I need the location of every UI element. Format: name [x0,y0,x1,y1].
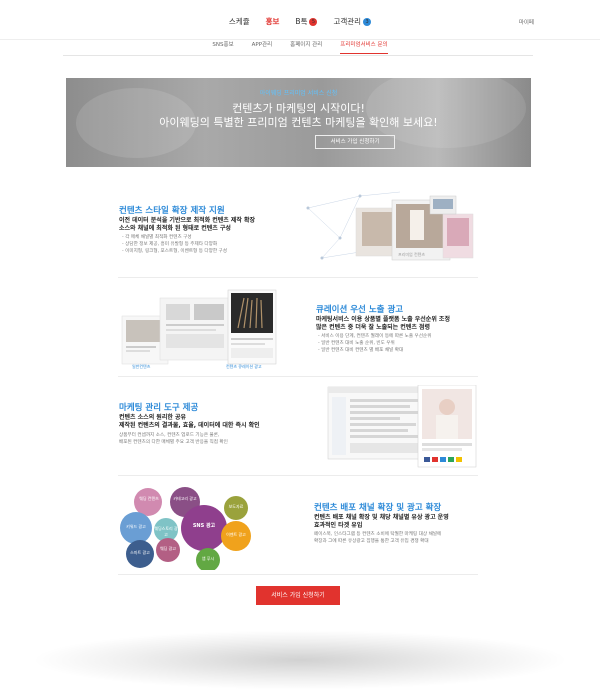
bubble-label: 보도자료 [228,504,244,509]
bubble-label: 카테고리 광고 [173,496,197,501]
bubble-label: 스마트 광고 [130,550,150,555]
nav-customer[interactable]: 고객관리 3 [333,16,372,27]
subnav-app[interactable]: APP관리 [252,40,273,54]
section-divider [118,277,478,278]
customer-count-badge: 3 [363,18,372,26]
list-item: 배포된 컨텐츠의 다한 매체별 주요 고객 반응을 직접 확인 [119,440,228,445]
bubble-label: 이벤트 광고 [226,532,246,537]
btalk-count-badge: 5 [309,18,318,26]
section4-head2: 효과적인 타겟 유입 [314,522,363,529]
content-style-illustration: 프리미엄 컨텐츠 [300,188,478,266]
list-item: 페이스북, 인스타그램 등 컨텐츠 소비에 탁월한 마케팅 대상 채널에 [314,532,442,537]
section2-title: 큐레이션 우선 노출 광고 [316,305,404,315]
nav-schedule[interactable]: 스케쥴 [229,16,250,27]
hero-subtitle: 아이웨딩의 특별한 프리미엄 컨텐츠 마케팅을 확인해 보세요! [159,116,438,129]
list-item: - 각 매체 채널별 최적화 컨텐츠 구성 [122,235,192,240]
subnav-premium[interactable]: 프리미엄서비스 문의 [340,40,388,54]
sub-nav: SNS홍보 APP관리 홈페이지 관리 프리미엄서비스 문의 [0,40,600,54]
list-item: - 일반 컨텐츠 대비 노출 순위, 빈도 우위 [318,341,395,346]
subnav-divider [63,55,533,56]
page-shadow [30,630,570,690]
subnav-homepage[interactable]: 홈페이지 관리 [290,40,322,54]
bubble-label: 웨딩 광고 [160,546,176,551]
section3-head1: 컨텐츠 소스의 원리한 공유 [119,414,186,421]
bubble-label: 앱 푸시 [201,556,215,561]
marketing-tool-illustration [326,385,478,469]
nav-promotion[interactable]: 홍보 [266,16,280,27]
section-divider [118,376,478,377]
bubble-label: 키워드 광고 [126,524,146,529]
section3-list: 상품부터 컨셉까지 소스, 컨텐츠 업로드 기능은 물론, 배포된 컨텐츠의 다… [119,432,228,446]
figure1-caption: 프리미엄 컨텐츠 [398,252,426,257]
section1-list: - 각 매체 채널별 최적화 컨텐츠 구성 - 상담한 정보 제공, 흥미 유발… [122,234,227,255]
subnav-sns[interactable]: SNS홍보 [212,40,233,54]
bubble-label: SNS 광고 [192,523,216,529]
top-nav: 스케쥴 홍보 B톡 5 고객관리 3 마이페 [0,0,600,40]
hero-signup-button[interactable]: 서비스 가입 신청하기 [315,135,395,149]
nav-customer-label: 고객관리 [333,17,362,26]
list-item: 상품부터 컨셉까지 소스, 컨텐츠 업로드 기능은 물론, [119,433,220,438]
curation-illustration: 일반컨텐츠 컨텐츠 큐레이션 광고 [120,288,278,370]
list-item: - 이미지형, 링크형, 포스트형, 이벤트형 등 다양한 구성 [122,249,228,254]
section1-head2: 소스와 채널에 최적화 된 형태로 컨텐츠 구성 [119,225,231,232]
hero-eyebrow: 아이웨딩 프리미엄 서비스 신청 [259,90,338,97]
section2-head1: 마케팅서비스 이용 상품별 플랫폼 노출 우선순위 조정 [316,316,450,323]
service-signup-button[interactable]: 서비스 가입 신청하기 [256,586,340,605]
hero-banner: 아이웨딩 프리미엄 서비스 신청 컨텐츠가 마케팅의 시작이다! 아이웨딩의 특… [66,78,531,167]
nav-btalk-label: B톡 [295,17,308,26]
curation-ad-caption: 컨텐츠 큐레이션 광고 [226,364,262,369]
list-item: - 서비스 이용 단계, 컨텐츠 월래이 등에 따른 노출 우선순위 [318,334,432,339]
bubble-label: 웨딩스토리 광고 [154,526,178,537]
section-divider [118,475,478,476]
section-divider [118,574,478,575]
section4-title: 컨텐츠 배포 채널 확장 및 광고 확장 [314,503,442,513]
list-item: 확장과 그에 따른 유상광고 집행을 통한 고객 유입 경쟁 확대 [314,539,429,544]
section3-head2: 제작된 컨텐츠의 결과물, 효율, 데이터에 대한 즉시 확인 [119,422,260,429]
mypage-link[interactable]: 마이페 [519,18,534,26]
main-menu: 스케쥴 홍보 B톡 5 고객관리 3 [0,16,600,27]
nav-btalk[interactable]: B톡 5 [295,16,318,27]
section4-list: 페이스북, 인스타그램 등 컨텐츠 소비에 탁월한 마케팅 대상 채널에 확장과… [314,531,441,545]
list-item: - 일반 컨텐츠 대비 컨텐츠 별 배포 채널 확대 [318,348,404,353]
section3-title: 마케팅 관리 도구 제공 [119,403,199,413]
bubble-label: 웨딩 컨텐츠 [139,496,159,501]
section1-title: 컨텐츠 스타일 확장 제작 지원 [119,206,225,216]
section1-head1: 이전 데이터 분석을 기반으로 최적화 컨텐츠 제작 확장 [119,217,256,224]
channel-bubbles-diagram: 웨딩 컨텐츠 카테고리 광고 보도자료 키워드 광고 SNS 광고 웨딩스토리 … [116,484,252,570]
general-content-caption: 일반컨텐츠 [132,364,151,369]
section2-list: - 서비스 이용 단계, 컨텐츠 월래이 등에 따른 노출 우선순위 - 일반 … [318,333,431,354]
list-item: - 상담한 정보 제공, 흥미 유발형 등 주제타 다양화 [122,242,218,247]
section2-head2: 많은 컨텐츠 중 더욱 잘 노출되는 컨텐츠 점령 [316,324,430,331]
section4-head1: 컨텐츠 배포 채널 확장 및 채당 채널별 유상 광고 운영 [314,514,449,521]
